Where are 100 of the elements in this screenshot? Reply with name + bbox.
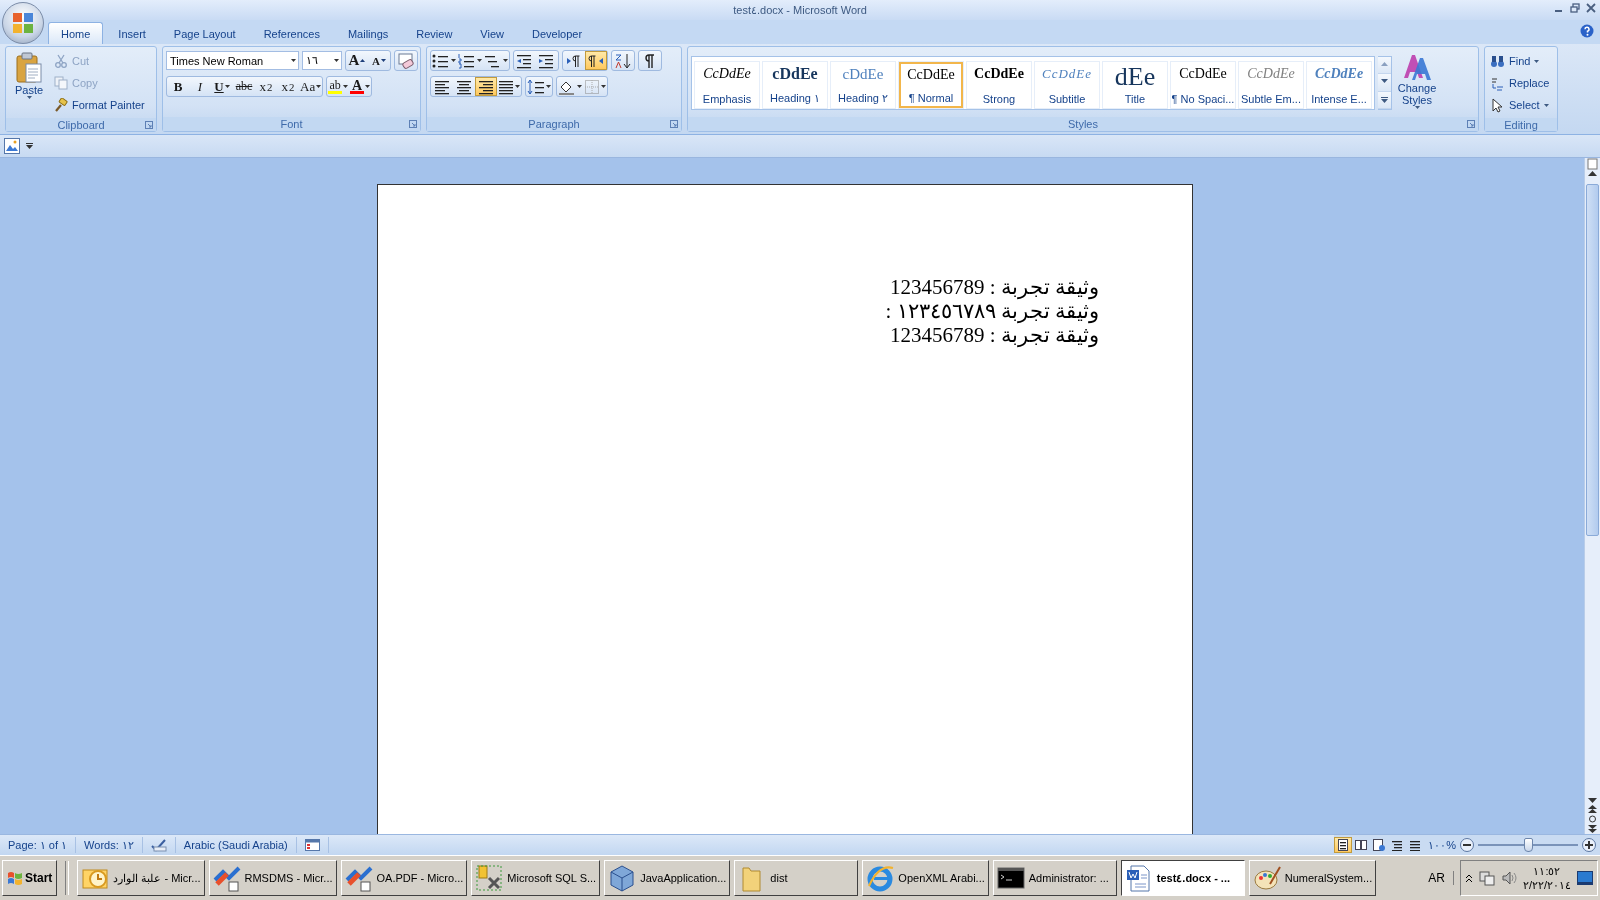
taskbar-button[interactable]: dist xyxy=(734,860,859,896)
zoom-out-button[interactable] xyxy=(1460,838,1474,852)
bold-button[interactable]: B xyxy=(167,77,189,96)
taskbar-button[interactable]: Microsoft SQL S... xyxy=(471,860,601,896)
font-name-field[interactable]: Times New Roman xyxy=(166,51,299,70)
decrease-indent-icon xyxy=(516,52,534,69)
language-indicator[interactable]: AR xyxy=(1420,871,1454,885)
caret-icon xyxy=(577,85,582,88)
minus-icon xyxy=(1463,841,1471,849)
more-icon[interactable] xyxy=(1381,96,1388,103)
document-line: وثيقة تجربة : 123456789 xyxy=(889,275,1099,299)
dialog-launcher-icon[interactable] xyxy=(670,120,678,128)
numbered-list-button[interactable] xyxy=(457,51,483,70)
toolbar-item[interactable]: Format Painter xyxy=(52,95,147,115)
font-size-field[interactable]: ١٦ xyxy=(302,51,342,70)
proofing-check-icon[interactable] xyxy=(150,838,167,852)
line-spacing-icon xyxy=(527,78,545,95)
ribbon-tab[interactable]: View xyxy=(467,22,517,44)
taskbar-button[interactable]: OA.PDF - Micro... xyxy=(340,860,468,896)
right-to-left-button[interactable] xyxy=(585,51,607,70)
find-button[interactable]: Find xyxy=(1488,51,1552,71)
word-count[interactable]: Words: ١٢ xyxy=(76,837,143,853)
binoculars-icon xyxy=(1490,53,1505,69)
scroll-down-icon[interactable] xyxy=(1588,796,1597,804)
document-line: وثيقة تجربة ١٢٣٤٥٦٧٨٩ : xyxy=(885,299,1099,323)
close-icon[interactable] xyxy=(1586,3,1596,13)
ribbon-tab[interactable]: Page Layout xyxy=(160,22,249,44)
select-button[interactable]: Select xyxy=(1488,95,1552,115)
taskbar-button[interactable]: OpenXML Arabi... xyxy=(862,860,989,896)
dialog-launcher-icon[interactable] xyxy=(409,120,417,128)
palette-icon xyxy=(1252,864,1281,892)
speaker-icon[interactable] xyxy=(1500,870,1517,886)
ribbon-tab[interactable]: Review xyxy=(403,22,466,44)
clear-formatting-button[interactable] xyxy=(395,51,417,70)
group-label: Font xyxy=(280,118,303,130)
font-color-label: A xyxy=(352,79,363,91)
macro-record-icon[interactable] xyxy=(304,839,320,851)
desktop-icon[interactable] xyxy=(1577,871,1593,885)
caret-icon xyxy=(1543,103,1549,107)
ribbon-tab[interactable]: Mailings xyxy=(334,22,402,44)
change-styles-button[interactable]: Change Styles xyxy=(1395,50,1439,114)
align-right-icon xyxy=(478,78,494,95)
scroll-down-icon[interactable] xyxy=(1381,79,1388,86)
strikethrough-button[interactable]: abc xyxy=(233,77,255,96)
ribbon-tab[interactable]: Home xyxy=(48,22,104,44)
ribbon-tab[interactable]: Insert xyxy=(105,22,159,44)
style-item[interactable]: CcDdEe ¶ Normal xyxy=(899,62,963,108)
scroll-up-icon[interactable] xyxy=(1588,170,1597,178)
align-right-button[interactable] xyxy=(475,77,497,96)
caret-icon xyxy=(26,96,32,99)
dialog-launcher-icon[interactable] xyxy=(1467,120,1475,128)
start-button[interactable]: Start xyxy=(2,860,58,896)
grow-font-button[interactable]: A xyxy=(346,51,368,70)
scroll-thumb[interactable] xyxy=(1586,184,1599,536)
web-layout-icon xyxy=(1373,839,1386,851)
clock-date: ٢/٢٢/٢٠١٤ xyxy=(1522,878,1571,892)
caret-icon xyxy=(316,85,322,88)
next-page-icon[interactable] xyxy=(1588,824,1597,834)
slider-thumb[interactable] xyxy=(1524,838,1533,852)
shrink-font-button[interactable]: A xyxy=(368,51,390,70)
page-count[interactable]: Page: ١ of ١ xyxy=(0,837,77,853)
italic-button[interactable]: I xyxy=(189,77,211,96)
line-spacing-button[interactable] xyxy=(526,77,552,96)
group-label: Editing xyxy=(1504,118,1538,131)
taskbar-button[interactable]: علبة الوارد - Micr... xyxy=(77,860,205,896)
font-color-button[interactable]: A xyxy=(349,77,372,96)
taskbar-button[interactable]: NumeralSystem... xyxy=(1248,860,1377,896)
view-button[interactable] xyxy=(1334,837,1353,853)
style-preview: CcDdEe xyxy=(1179,65,1227,83)
group-label: Styles xyxy=(1068,118,1098,130)
replace-button[interactable]: Replace xyxy=(1488,73,1552,93)
zoom-level[interactable]: ١٠٠% xyxy=(1428,838,1456,852)
underline-button[interactable]: U xyxy=(211,77,233,96)
help-icon[interactable] xyxy=(1580,24,1594,38)
taskbar-button[interactable]: JavaApplication... xyxy=(604,860,731,896)
customize-caret-icon[interactable] xyxy=(26,143,33,149)
style-name: Heading ٢ xyxy=(837,92,888,105)
vertical-scrollbar[interactable] xyxy=(1584,158,1600,834)
taskbar-button[interactable]: test٤.docx - ... xyxy=(1120,860,1245,896)
zoom-in-button[interactable] xyxy=(1582,838,1596,852)
language-status[interactable]: Arabic (Saudi Arabia) xyxy=(175,837,297,853)
ribbon-tab[interactable]: References xyxy=(250,22,333,44)
highlight-button[interactable]: ab xyxy=(327,77,350,96)
style-preview: dEe xyxy=(1114,65,1156,89)
letters-a-icon xyxy=(1402,52,1432,82)
taskbar-button[interactable]: RMSDMS - Micr... xyxy=(208,860,337,896)
caret-icon xyxy=(546,85,551,88)
change-case-button[interactable]: Aa xyxy=(299,77,323,96)
image-icon[interactable] xyxy=(4,138,20,154)
restore-icon[interactable] xyxy=(1570,3,1580,13)
dialog-launcher-icon[interactable] xyxy=(145,121,153,129)
network-icon[interactable] xyxy=(1478,870,1495,886)
chevron-icon[interactable] xyxy=(1464,873,1473,883)
taskbar-button[interactable]: Administrator: ... xyxy=(992,860,1117,896)
print-layout-icon xyxy=(1337,839,1350,851)
ruler-toggle-icon[interactable] xyxy=(1587,158,1598,170)
ribbon-tab[interactable]: Developer xyxy=(519,22,596,44)
paste-button[interactable]: Paste xyxy=(9,50,49,115)
caret-icon xyxy=(1414,106,1420,109)
browse-object-icon[interactable] xyxy=(1588,814,1597,824)
